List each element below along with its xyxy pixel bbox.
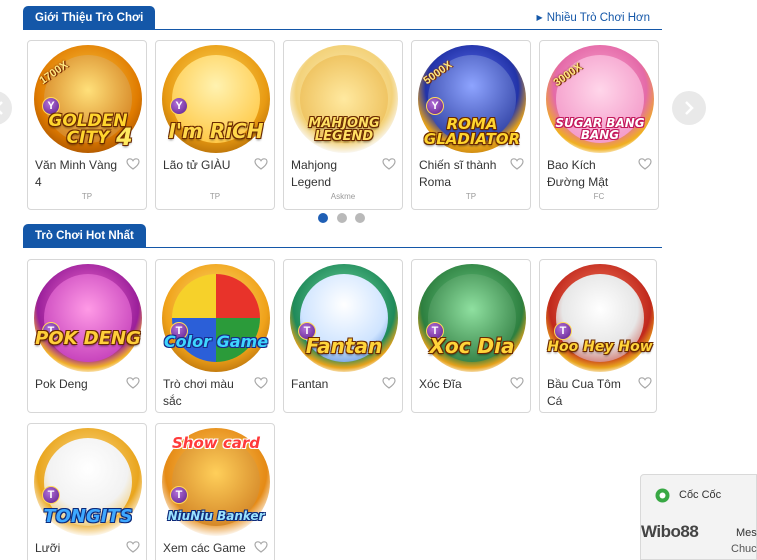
caret-right-icon: ▶: [536, 13, 543, 22]
game-title: Pok Deng: [35, 377, 88, 391]
heart-icon[interactable]: [638, 157, 652, 171]
game-title: Bao Kích Đường Mật: [547, 158, 609, 189]
game-card[interactable]: Show card T NiuNiu Banker Xem các Game: [155, 423, 275, 560]
provider-label: FC: [593, 192, 605, 201]
game-title: Mahjong Legend: [291, 158, 338, 189]
provider-badge: T: [554, 322, 572, 340]
game-card[interactable]: MAHJONG LEGEND Mahjong Legend Askme: [283, 40, 403, 210]
more-games-link[interactable]: ▶ Nhiều Trò Chơi Hơn: [537, 12, 650, 24]
game-title: Xóc Đĩa: [419, 377, 462, 391]
game-thumbnail: Y I'm RiCH: [162, 45, 270, 153]
game-title: Trò chơi màu sắc: [163, 377, 234, 408]
game-title: Chiến sĩ thành Roma: [419, 158, 497, 189]
heart-icon[interactable]: [254, 376, 268, 390]
carousel-dot[interactable]: [355, 213, 365, 223]
game-thumbnail: 3000X SUGAR BANG BANG: [546, 45, 654, 153]
provider-label: TP: [465, 192, 477, 201]
overlay-text-mes: Mes: [736, 527, 757, 539]
heart-icon[interactable]: [382, 376, 396, 390]
game-card[interactable]: T Color Game Trò chơi màu sắc: [155, 259, 275, 413]
provider-badge: Y: [170, 97, 188, 115]
game-card[interactable]: T TONGITS Lưỡi: [27, 423, 147, 560]
provider-label: TP: [209, 192, 221, 201]
game-logo: NiuNiu Banker: [167, 509, 265, 523]
heart-icon[interactable]: [510, 157, 524, 171]
game-title: Xem các Game: [163, 541, 246, 555]
game-logo: Fantan: [305, 334, 383, 358]
section-title-intro: Giới Thiệu Trò Chơi: [23, 6, 156, 30]
section-header-hot: Trò Chơi Hot Nhất: [23, 224, 662, 248]
heart-icon[interactable]: [126, 376, 140, 390]
heart-icon[interactable]: [254, 157, 268, 171]
game-title: Fantan: [291, 377, 329, 391]
game-logo: MAHJONG LEGEND: [308, 116, 380, 144]
heart-icon[interactable]: [126, 540, 140, 554]
coccoc-popup[interactable]: Cốc Cốc Wibo88 Mes Chuc: [640, 474, 757, 560]
game-thumbnail: 1700X Y GOLDEN CITY 4: [34, 45, 142, 153]
heart-icon[interactable]: [382, 157, 396, 171]
game-card[interactable]: Y I'm RiCH Lão tử GIÀU TP: [155, 40, 275, 210]
game-thumbnail: T Color Game: [162, 264, 270, 372]
game-title: Văn Minh Vàng 4: [35, 158, 118, 189]
chevron-left-icon: [0, 101, 3, 115]
heart-icon[interactable]: [638, 376, 652, 390]
carousel-dot[interactable]: [337, 213, 347, 223]
game-logo: Color Game: [163, 332, 269, 351]
game-logo: POK DENG: [35, 328, 141, 349]
game-logo-extra: Show card: [171, 434, 260, 452]
game-thumbnail: T Xoc Dia: [418, 264, 526, 372]
heart-icon[interactable]: [126, 157, 140, 171]
carousel-prev-button[interactable]: [0, 91, 12, 125]
game-logo: Hoo Hey How: [547, 339, 653, 355]
carousel-next-button[interactable]: [672, 91, 706, 125]
heart-icon[interactable]: [510, 376, 524, 390]
provider-badge: T: [42, 486, 60, 504]
game-logo-number: 4: [116, 123, 133, 151]
coccoc-label: Cốc Cốc: [679, 489, 722, 501]
game-title: Bầu Cua Tôm Cá: [547, 377, 621, 408]
game-thumbnail: MAHJONG LEGEND: [290, 45, 398, 153]
game-thumbnail: T Fantan: [290, 264, 398, 372]
provider-label: Askme: [330, 192, 356, 201]
chevron-right-icon: [685, 101, 694, 115]
game-logo: SUGAR BANG BANG: [555, 116, 645, 142]
game-title: Lão tử GIÀU: [163, 158, 231, 172]
heart-icon[interactable]: [254, 540, 268, 554]
game-card[interactable]: T Hoo Hey How Bầu Cua Tôm Cá: [539, 259, 657, 413]
provider-badge: Y: [426, 97, 444, 115]
game-thumbnail: T TONGITS: [34, 428, 142, 536]
game-logo: TONGITS: [43, 506, 133, 527]
carousel-dot[interactable]: [318, 213, 328, 223]
game-title: Lưỡi: [35, 541, 61, 555]
provider-badge: T: [170, 486, 188, 504]
overlay-text-chuc: Chuc: [731, 543, 757, 555]
game-thumbnail: Show card T NiuNiu Banker: [162, 428, 270, 536]
provider-label: TP: [81, 192, 93, 201]
game-thumbnail: T Hoo Hey How: [546, 264, 654, 372]
game-logo: I'm RiCH: [168, 119, 264, 143]
section-header-intro: Giới Thiệu Trò Chơi ▶ Nhiều Trò Chơi Hơn: [23, 6, 662, 30]
game-card[interactable]: 1700X Y GOLDEN CITY 4 Văn Minh Vàng 4 TP: [27, 40, 147, 210]
game-logo: Xoc Dia: [429, 334, 515, 358]
coccoc-logo-icon: [655, 488, 670, 503]
game-thumbnail: T POK DENG: [34, 264, 142, 372]
game-logo: ROMA GLADIATOR: [423, 115, 521, 148]
game-card[interactable]: T POK DENG Pok Deng: [27, 259, 147, 413]
game-card[interactable]: T Xoc Dia Xóc Đĩa: [411, 259, 531, 413]
game-card[interactable]: 5000X Y ROMA GLADIATOR Chiến sĩ thành Ro…: [411, 40, 531, 210]
watermark-logo: Wibo88: [641, 522, 699, 541]
section-title-hot: Trò Chơi Hot Nhất: [23, 224, 146, 248]
game-card[interactable]: T Fantan Fantan: [283, 259, 403, 413]
game-card[interactable]: 3000X SUGAR BANG BANG Bao Kích Đường Mật…: [539, 40, 659, 210]
game-thumbnail: 5000X Y ROMA GLADIATOR: [418, 45, 526, 153]
